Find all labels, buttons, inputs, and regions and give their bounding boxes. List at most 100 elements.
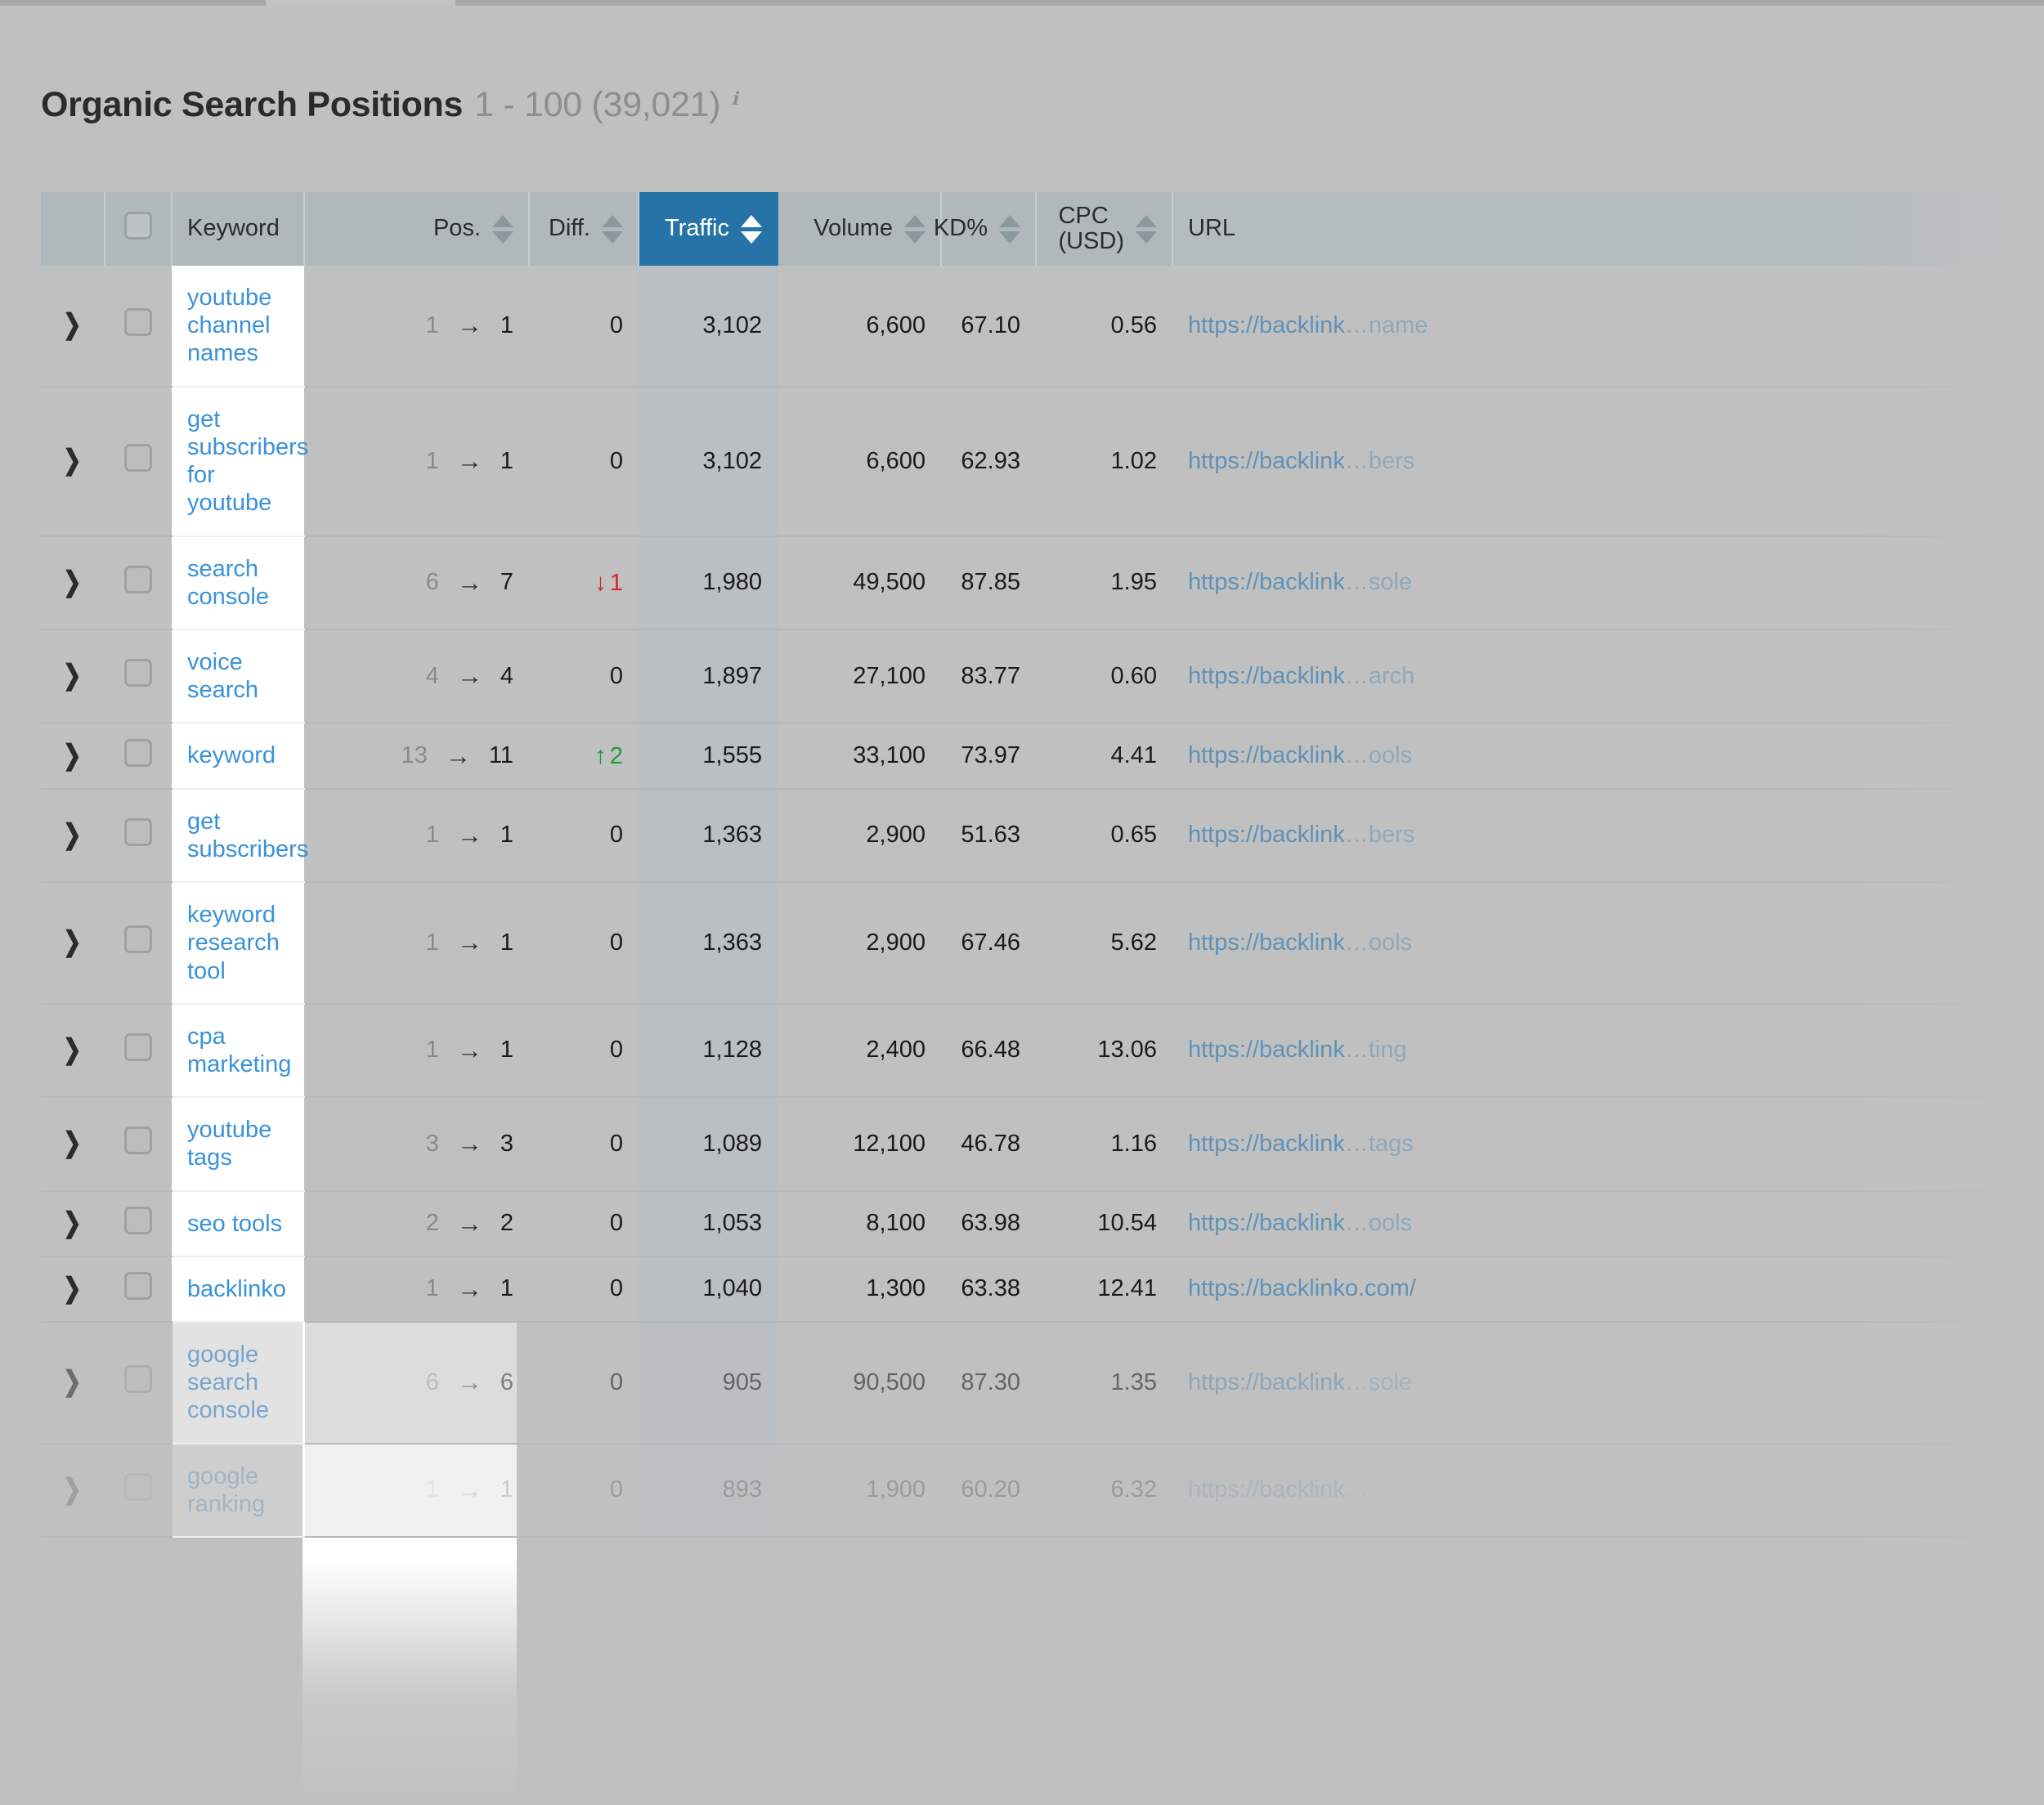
row-select-cell[interactable] (105, 535, 172, 630)
expand-row-button[interactable]: ❯ (41, 1097, 105, 1192)
row-checkbox[interactable] (124, 738, 152, 767)
keyword-cell[interactable]: cpa marketing (172, 1003, 304, 1099)
url-link[interactable]: https://backlink…bers (1188, 448, 1414, 474)
keyword-cell[interactable]: keyword research tool (172, 882, 304, 1005)
expand-row-button[interactable]: ❯ (41, 629, 105, 724)
row-select-cell[interactable] (105, 1443, 172, 1539)
url-cell[interactable]: https://backlink…tags (1172, 1097, 2044, 1192)
row-checkbox[interactable] (124, 1271, 152, 1300)
row-select-cell[interactable] (105, 1322, 172, 1444)
expand-row-button[interactable]: ❯ (41, 882, 105, 1005)
expand-row-button[interactable]: ❯ (41, 1443, 105, 1539)
table-row[interactable]: ❯ keyword research tool 1 → 1 0 1,363 2,900 67.4… (41, 882, 2044, 1005)
keyword-cell[interactable]: youtube tags (172, 1097, 304, 1192)
url-cell[interactable]: https://backlink…ting (1172, 1003, 2044, 1099)
table-row[interactable]: ❯ get subscribers for youtube 1 → 1 0 3,102 6,6… (41, 386, 2044, 537)
keyword-cell[interactable]: get subscribers for youtube (172, 386, 308, 537)
expand-row-button[interactable]: ❯ (41, 535, 105, 630)
url-link[interactable]: https://backlink… (1188, 1476, 1369, 1503)
row-select-cell[interactable] (105, 629, 172, 724)
keyword-cell[interactable]: youtube channel names (172, 266, 304, 387)
url-link[interactable]: https://backlink…ools (1188, 742, 1412, 768)
url-cell[interactable]: https://backlink…ools (1172, 882, 2044, 1005)
url-cell[interactable]: https://backlink…sole (1172, 535, 2044, 630)
url-cell[interactable]: https://backlink… (1172, 1443, 2044, 1539)
url-cell[interactable]: https://backlink…bers (1172, 386, 2044, 537)
sort-icon-diff[interactable] (602, 214, 623, 244)
header-keyword[interactable]: Keyword (172, 192, 305, 266)
header-traffic[interactable]: Traffic (639, 192, 778, 266)
row-checkbox[interactable] (124, 1032, 152, 1061)
row-checkbox[interactable] (124, 444, 152, 473)
row-select-cell[interactable] (105, 723, 172, 790)
table-row[interactable]: ❯ backlinko 1 → 1 0 1,040 1,300 63.38 12.41 https:… (41, 1256, 2044, 1324)
sort-icon-pos[interactable] (492, 214, 513, 244)
expand-row-button[interactable]: ❯ (41, 1190, 105, 1257)
table-row[interactable]: ❯ seo tools 2 → 2 0 1,053 8,100 63.98 10.54 https:… (41, 1190, 2044, 1257)
keyword-cell[interactable]: google search console (172, 1322, 304, 1444)
keyword-link[interactable]: google ranking (187, 1463, 265, 1517)
url-link[interactable]: https://backlink…sole (1188, 1369, 1412, 1395)
url-cell[interactable]: https://backlink…name (1172, 266, 2044, 387)
row-select-cell[interactable] (105, 788, 172, 884)
url-link[interactable]: https://backlink…name (1188, 312, 1428, 338)
sort-icon-traffic[interactable] (741, 214, 762, 244)
header-volume[interactable]: Volume (778, 192, 942, 266)
header-kd[interactable]: KD% (934, 192, 1037, 266)
url-cell[interactable]: https://backlink…ools (1172, 1190, 2044, 1257)
keyword-link[interactable]: search console (187, 556, 269, 610)
url-link[interactable]: https://backlink…ools (1188, 1210, 1412, 1236)
keyword-link[interactable]: keyword research tool (187, 902, 280, 983)
url-link[interactable]: https://backlink…ting (1188, 1037, 1407, 1063)
row-select-cell[interactable] (105, 1097, 172, 1192)
row-checkbox[interactable] (124, 1126, 152, 1155)
keyword-link[interactable]: cpa marketing (187, 1023, 291, 1077)
table-row[interactable]: ❯ youtube channel names 1 → 1 0 3,102 6,600 67.1… (41, 266, 2044, 387)
row-select-cell[interactable] (105, 1256, 172, 1324)
keyword-cell[interactable]: keyword (172, 723, 304, 790)
select-all-checkbox[interactable] (124, 212, 152, 240)
sort-icon-volume[interactable] (904, 214, 926, 244)
info-icon[interactable]: ℹ (731, 88, 737, 110)
row-select-cell[interactable] (105, 266, 172, 387)
table-row[interactable]: ❯ cpa marketing 1 → 1 0 1,128 2,400 66.48 13.06 ht… (41, 1003, 2044, 1099)
row-checkbox[interactable] (124, 308, 152, 337)
row-checkbox[interactable] (124, 1472, 152, 1501)
expand-row-button[interactable]: ❯ (41, 723, 105, 790)
keyword-link[interactable]: google search console (187, 1341, 269, 1423)
header-diff[interactable]: Diff. (529, 192, 639, 266)
expand-row-button[interactable]: ❯ (41, 788, 105, 884)
table-row[interactable]: ❯ google search console 6 → 6 0 905 90,500 87.30… (41, 1322, 2044, 1444)
keyword-link[interactable]: keyword (187, 742, 276, 768)
keyword-cell[interactable]: seo tools (172, 1190, 304, 1257)
url-link[interactable]: https://backlink…arch (1188, 663, 1414, 689)
row-select-cell[interactable] (105, 1003, 172, 1099)
row-select-cell[interactable] (105, 1190, 172, 1257)
url-link[interactable]: https://backlink…ools (1188, 929, 1412, 956)
keyword-cell[interactable]: search console (172, 535, 304, 630)
keyword-cell[interactable]: get subscribers (172, 788, 308, 884)
row-checkbox[interactable] (124, 925, 152, 954)
url-cell[interactable]: https://backlink…arch (1172, 629, 2044, 724)
row-checkbox[interactable] (124, 1206, 152, 1234)
keyword-cell[interactable]: backlinko (172, 1256, 304, 1324)
table-row[interactable]: ❯ google ranking 1 → 1 0 893 1,900 60.20 6.32 http… (41, 1443, 2044, 1539)
keyword-cell[interactable]: voice search (172, 629, 304, 724)
table-row[interactable]: ❯ keyword 13 → 11 ↑ 2 1,555 33,100 73.97 4.41 https… (41, 723, 2044, 790)
keyword-link[interactable]: voice search (187, 649, 258, 703)
table-row[interactable]: ❯ search console 6 → 7 ↓ 1 1,980 49,500 87.85 1.95… (41, 535, 2044, 630)
row-checkbox[interactable] (124, 1365, 152, 1394)
keyword-link[interactable]: youtube tags (187, 1117, 271, 1171)
keyword-link[interactable]: seo tools (187, 1211, 282, 1237)
header-select-all-cell[interactable] (105, 192, 173, 266)
keyword-link[interactable]: backlinko (187, 1276, 286, 1302)
row-checkbox[interactable] (124, 659, 152, 688)
header-cpc[interactable]: CPC (USD) (1036, 192, 1173, 266)
table-row[interactable]: ❯ get subscribers 1 → 1 0 1,363 2,900 51.63 0.65 h… (41, 788, 2044, 884)
expand-row-button[interactable]: ❯ (41, 1256, 105, 1324)
url-cell[interactable]: https://backlinko.com/ (1172, 1256, 2044, 1324)
row-checkbox[interactable] (124, 817, 152, 846)
keyword-link[interactable]: get subscribers for youtube (187, 406, 308, 517)
keyword-cell[interactable]: google ranking (172, 1443, 304, 1539)
url-link[interactable]: https://backlink…bers (1188, 822, 1414, 848)
